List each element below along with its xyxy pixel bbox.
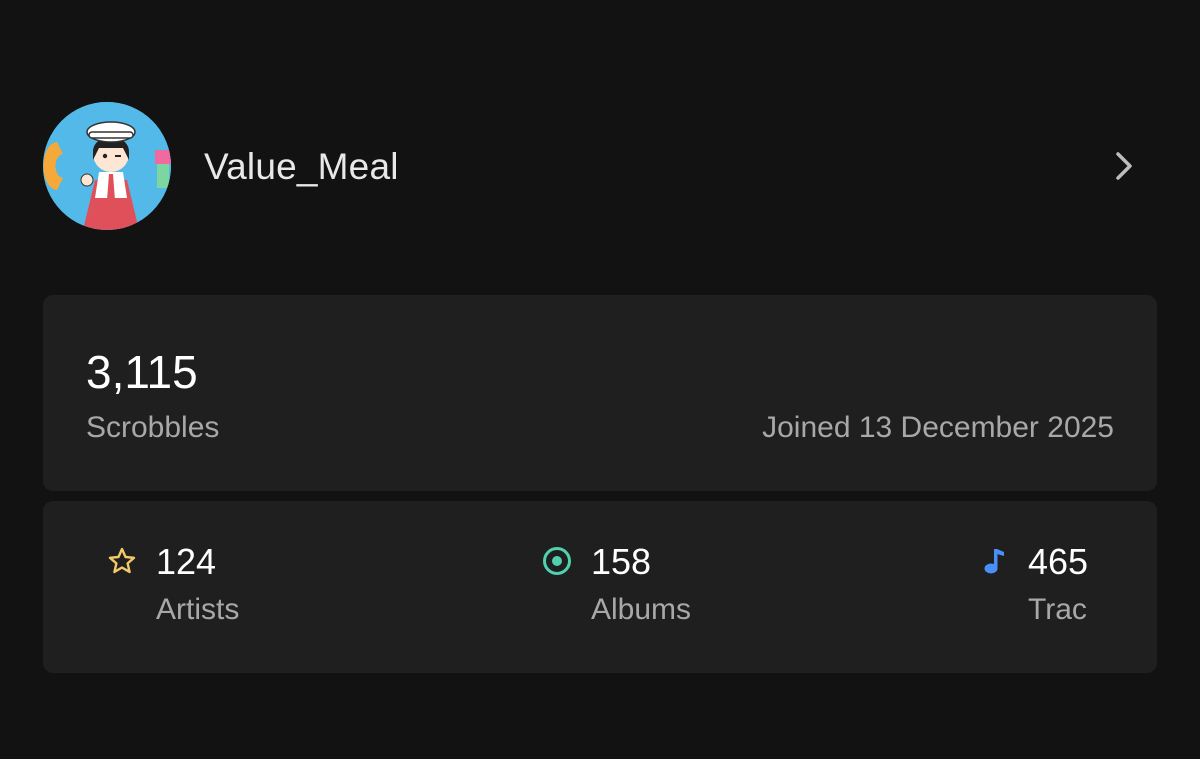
tracks-label: Trac (1028, 593, 1087, 626)
music-note-icon (984, 549, 1004, 574)
profile-header[interactable]: Value_Meal (43, 102, 1157, 230)
tracks-count: 465 (1028, 541, 1089, 582)
scrobbles-card: 3,115 Scrobbles Joined 13 December 2025 (43, 295, 1157, 491)
username: Value_Meal (204, 146, 399, 187)
avatar-image (43, 102, 171, 230)
scrobble-count: 3,115 (86, 346, 198, 398)
avatar[interactable] (43, 102, 171, 230)
artists-count: 124 (156, 541, 217, 582)
chevron-right-icon[interactable] (1109, 148, 1139, 184)
joined-date: Joined 13 December 2025 (762, 411, 1114, 444)
album-icon (543, 547, 571, 575)
profile-page: Value_Meal 3,115 Scrobbles Joined 13 Dec… (0, 0, 1200, 759)
scrobbles-label: Scrobbles (86, 411, 220, 444)
star-icon (108, 547, 136, 574)
albums-count: 158 (591, 541, 652, 582)
albums-label: Albums (591, 593, 692, 626)
library-stats-card: 124 Artists 158 Albums 465 Trac (43, 501, 1157, 673)
artists-label: Artists (156, 593, 240, 626)
